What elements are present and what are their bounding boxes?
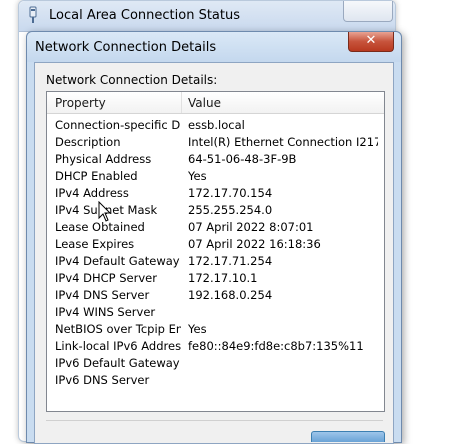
list-item[interactable]: Link-local IPv6 Address fe80::84e9:fd8e:c… xyxy=(47,338,384,355)
bg-close-button[interactable] xyxy=(343,1,393,22)
property-cell: IPv4 Address xyxy=(55,186,129,200)
bg-window-title: Local Area Connection Status xyxy=(49,8,240,23)
list-item[interactable]: Physical Address 64-51-06-48-3F-9B xyxy=(47,151,384,168)
bg-titlebar[interactable]: Local Area Connection Status xyxy=(19,1,395,32)
list-item[interactable]: IPv4 Address 172.17.70.154 xyxy=(47,185,384,202)
column-header-value[interactable]: Value xyxy=(188,96,221,110)
value-cell: 172.17.70.154 xyxy=(188,186,273,200)
divider xyxy=(46,420,383,421)
list-item[interactable]: IPv6 Default Gateway xyxy=(47,355,384,372)
list-item[interactable]: Connection-specific DN... essb.local xyxy=(47,117,384,134)
close-dialog-button[interactable] xyxy=(311,431,385,442)
property-cell: IPv4 DHCP Server xyxy=(55,271,157,285)
property-cell: Physical Address xyxy=(55,152,152,166)
column-divider[interactable] xyxy=(181,92,182,113)
list-item[interactable]: IPv4 WINS Server xyxy=(47,304,384,321)
property-cell: IPv4 DNS Server xyxy=(55,288,150,302)
value-cell: 64-51-06-48-3F-9B xyxy=(188,152,297,166)
network-connection-details-dialog: Network Connection Details ✕ Network Con… xyxy=(26,31,402,444)
property-cell: Lease Obtained xyxy=(55,220,145,234)
mouse-pointer-icon xyxy=(98,201,112,222)
property-cell: IPv4 WINS Server xyxy=(55,305,156,319)
list-item[interactable]: DHCP Enabled Yes xyxy=(47,168,384,185)
property-cell: Connection-specific DN... xyxy=(55,118,181,132)
property-cell: DHCP Enabled xyxy=(55,169,138,183)
network-adapter-icon xyxy=(29,6,37,23)
value-cell: Yes xyxy=(188,322,207,336)
list-header: Property Value xyxy=(47,92,384,114)
value-cell: essb.local xyxy=(188,118,245,132)
property-cell: Lease Expires xyxy=(55,237,135,251)
details-group-label: Network Connection Details: xyxy=(46,73,218,87)
value-cell: 192.168.0.254 xyxy=(188,288,273,302)
value-cell: Intel(R) Ethernet Connection I217-LM xyxy=(188,135,378,149)
list-item[interactable]: IPv4 DNS Server 192.168.0.254 xyxy=(47,287,384,304)
property-cell: IPv4 Subnet Mask xyxy=(55,203,158,217)
property-cell: Description xyxy=(55,135,121,149)
list-rows: Connection-specific DN... essb.local Descr… xyxy=(47,117,384,389)
property-cell: IPv4 Default Gateway xyxy=(55,254,180,268)
value-cell: 07 April 2022 8:07:01 xyxy=(188,220,314,234)
list-item[interactable]: Description Intel(R) Ethernet Connection … xyxy=(47,134,384,151)
list-item[interactable]: IPv6 DNS Server xyxy=(47,372,384,389)
dialog-titlebar[interactable]: Network Connection Details ✕ xyxy=(27,32,401,62)
property-cell: NetBIOS over Tcpip En... xyxy=(55,322,181,336)
value-cell: Yes xyxy=(188,169,207,183)
list-item[interactable]: Lease Expires 07 April 2022 16:18:36 xyxy=(47,236,384,253)
property-cell: Link-local IPv6 Address xyxy=(55,339,181,353)
value-cell: 172.17.10.1 xyxy=(188,271,258,285)
property-cell: IPv6 Default Gateway xyxy=(55,356,180,370)
list-item[interactable]: IPv4 DHCP Server 172.17.10.1 xyxy=(47,270,384,287)
close-button[interactable]: ✕ xyxy=(348,32,394,52)
value-cell: 255.255.254.0 xyxy=(188,203,273,217)
dialog-client-area: Network Connection Details: Property Val… xyxy=(34,62,394,444)
list-item[interactable]: IPv4 Default Gateway 172.17.71.254 xyxy=(47,253,384,270)
dialog-title: Network Connection Details xyxy=(35,40,217,55)
value-cell: fe80::84e9:fd8e:c8b7:135%11 xyxy=(188,339,364,353)
value-cell: 172.17.71.254 xyxy=(188,254,273,268)
property-cell: IPv6 DNS Server xyxy=(55,373,150,387)
value-cell: 07 April 2022 16:18:36 xyxy=(188,237,321,251)
column-header-property[interactable]: Property xyxy=(55,96,106,110)
list-item[interactable]: NetBIOS over Tcpip En... Yes xyxy=(47,321,384,338)
details-list[interactable]: Property Value Connection-specific DN...… xyxy=(46,91,385,412)
